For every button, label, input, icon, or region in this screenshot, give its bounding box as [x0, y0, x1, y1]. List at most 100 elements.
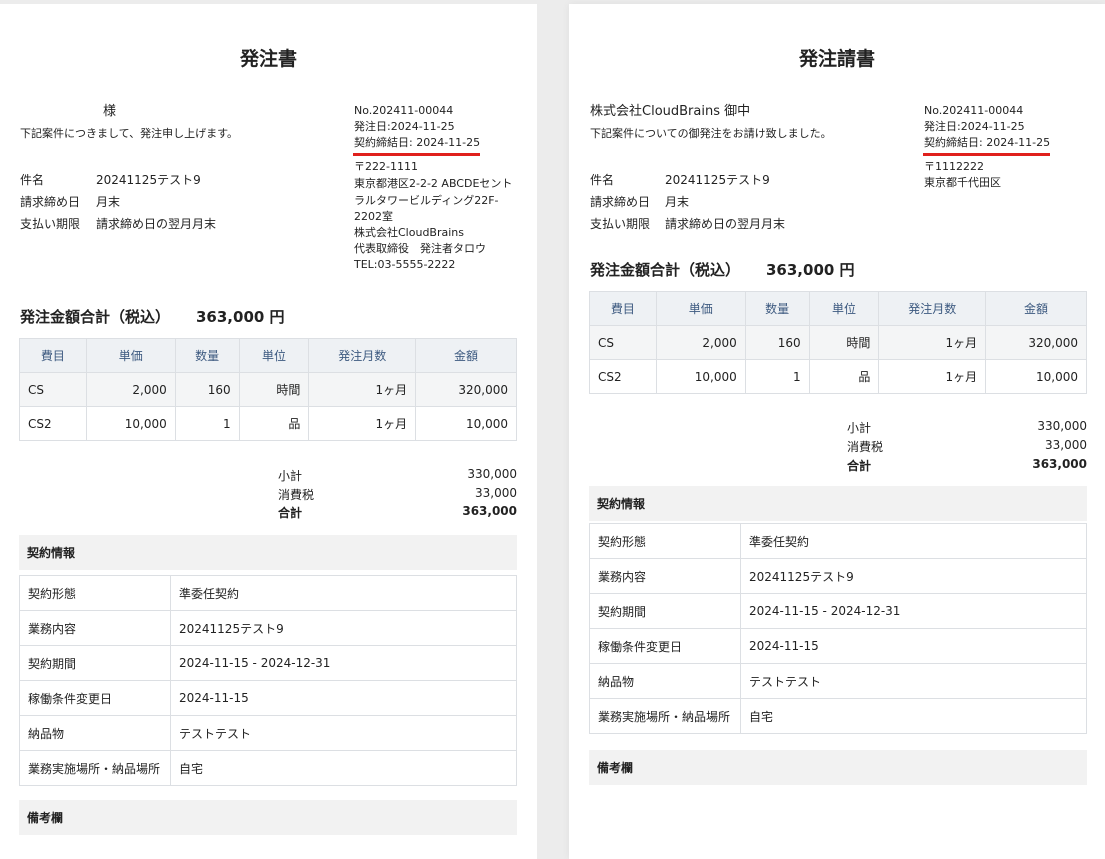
contract-info-table: 契約形態 準委任契約 業務内容 20241125テスト9 契約期間 2024-11-1…: [589, 523, 1087, 734]
intro-text: 下記案件につきまして、発注申し上げます。: [20, 127, 239, 140]
company-name: 株式会社CloudBrains: [354, 226, 464, 239]
representative: 代表取締役 発注者タロウ: [354, 242, 486, 255]
table-cell: CS2: [19, 406, 87, 441]
column-header: 数量: [174, 338, 240, 373]
contract-value: 自宅: [740, 698, 1087, 734]
contract-date-underline: [923, 153, 1050, 156]
table-cell: 1ヶ月: [308, 372, 417, 407]
column-header: 単価: [655, 291, 746, 326]
tax-value: 33,000: [475, 486, 517, 500]
table-row: CS 2,000 160 時間 1ヶ月 320,000: [589, 325, 1087, 360]
column-header: 発注月数: [878, 291, 987, 326]
contract-label: 契約形態: [589, 523, 741, 559]
address: 東京都千代田区: [924, 176, 1001, 189]
order-date: 発注日:2024-11-25: [924, 120, 1025, 133]
contract-label: 業務実施場所・納品場所: [589, 698, 741, 734]
total-value: 363,000 円: [196, 308, 285, 326]
table-cell: 10,000: [85, 406, 176, 441]
table-cell: 品: [238, 406, 310, 441]
table-cell: 1: [744, 359, 810, 394]
table-row: 業務実施場所・納品場所 自宅: [19, 750, 517, 786]
contract-value: 2024-11-15 - 2024-12-31: [740, 593, 1087, 629]
info-value: 月末: [96, 195, 121, 209]
table-cell: 10,000: [415, 406, 517, 441]
postal-code: 〒222-1111: [354, 160, 418, 173]
items-table: 費目 単価 数量 単位 発注月数 金額 CS 2,000 160 時間 1ヶ月 …: [19, 338, 517, 441]
column-header: 金額: [415, 338, 517, 373]
contract-label: 契約形態: [19, 575, 171, 611]
contract-value: 2024-11-15 - 2024-12-31: [170, 645, 517, 681]
table-cell: 1ヶ月: [878, 325, 987, 360]
tax-label: 消費税: [847, 440, 884, 454]
info-label: 件名: [20, 173, 45, 187]
subtotal-value: 330,000: [1037, 419, 1087, 433]
document-title: 発注請書: [798, 48, 875, 70]
table-cell: 1ヶ月: [878, 359, 987, 394]
info-value: 請求締め日の翌月月末: [665, 217, 786, 231]
column-header: 数量: [744, 291, 810, 326]
table-row: 稼働条件変更日 2024-11-15: [589, 628, 1087, 664]
document-number: No.202411-00044: [354, 104, 454, 117]
table-cell: 320,000: [985, 325, 1087, 360]
tax-label: 消費税: [278, 488, 315, 502]
table-cell: CS2: [589, 359, 657, 394]
grand-total-label: 合計: [847, 459, 872, 473]
column-header: 単位: [808, 291, 880, 326]
contract-value: テストテスト: [740, 663, 1087, 699]
contract-label: 業務実施場所・納品場所: [19, 750, 171, 786]
table-row: CS 2,000 160 時間 1ヶ月 320,000: [19, 372, 517, 407]
table-row: CS2 10,000 1 品 1ヶ月 10,000: [19, 406, 517, 441]
contract-info-table: 契約形態 準委任契約 業務内容 20241125テスト9 契約期間 2024-11-1…: [19, 575, 517, 786]
contract-value: 自宅: [170, 750, 517, 786]
contract-date: 契約締結日: 2024-11-25: [354, 136, 481, 149]
subtotal-label: 小計: [847, 421, 872, 435]
total-value: 363,000 円: [766, 261, 855, 279]
table-header-row: 費目 単価 数量 単位 発注月数 金額: [589, 291, 1087, 326]
total-label: 発注金額合計（税込）: [590, 261, 741, 279]
table-cell: 160: [174, 372, 240, 407]
info-label: 支払い期限: [20, 217, 81, 231]
table-row: 契約形態 準委任契約: [19, 575, 517, 611]
remarks-heading: 備考欄: [589, 750, 1087, 785]
contract-label: 業務内容: [19, 610, 171, 646]
info-value: 20241125テスト9: [96, 173, 201, 187]
info-value: 月末: [665, 195, 690, 209]
column-header: 発注月数: [308, 338, 417, 373]
column-header: 単位: [238, 338, 310, 373]
table-cell: 1ヶ月: [308, 406, 417, 441]
grand-total-label: 合計: [278, 506, 303, 520]
subtotal-value: 330,000: [467, 467, 517, 481]
document-number: No.202411-00044: [924, 104, 1024, 117]
contract-value: 準委任契約: [170, 575, 517, 611]
contract-label: 稼働条件変更日: [19, 680, 171, 716]
total-label: 発注金額合計（税込）: [20, 308, 171, 326]
order-acknowledgement-page: 発注請書 株式会社CloudBrains 御中 下記案件についての御発注をお請け…: [569, 4, 1105, 859]
table-cell: 10,000: [655, 359, 746, 394]
contract-label: 契約期間: [589, 593, 741, 629]
info-value: 20241125テスト9: [665, 173, 770, 187]
info-label: 件名: [590, 173, 615, 187]
table-cell: 2,000: [655, 325, 746, 360]
column-header: 費目: [19, 338, 87, 373]
contract-label: 契約期間: [19, 645, 171, 681]
table-cell: 時間: [238, 372, 310, 407]
contract-value: 2024-11-15: [170, 680, 517, 716]
contract-value: 20241125テスト9: [170, 610, 517, 646]
tax-value: 33,000: [1045, 438, 1087, 452]
table-row: 稼働条件変更日 2024-11-15: [19, 680, 517, 716]
table-cell: 2,000: [85, 372, 176, 407]
contract-info-heading: 契約情報: [589, 486, 1087, 521]
table-row: 業務内容 20241125テスト9: [19, 610, 517, 646]
contract-value: 準委任契約: [740, 523, 1087, 559]
remarks-heading: 備考欄: [19, 800, 517, 835]
table-cell: CS: [19, 372, 87, 407]
table-row: 納品物 テストテスト: [589, 663, 1087, 699]
purchase-order-page: 発注書 様 下記案件につきまして、発注申し上げます。 件名 20241125テス…: [0, 4, 537, 859]
table-row: 契約期間 2024-11-15 - 2024-12-31: [19, 645, 517, 681]
contract-date-underline: [353, 153, 480, 156]
grand-total-value: 363,000: [1032, 457, 1087, 471]
table-cell: CS: [589, 325, 657, 360]
postal-code: 〒1112222: [924, 160, 984, 173]
items-table: 費目 単価 数量 単位 発注月数 金額 CS 2,000 160 時間 1ヶ月 …: [589, 291, 1087, 394]
column-header: 単価: [85, 338, 176, 373]
